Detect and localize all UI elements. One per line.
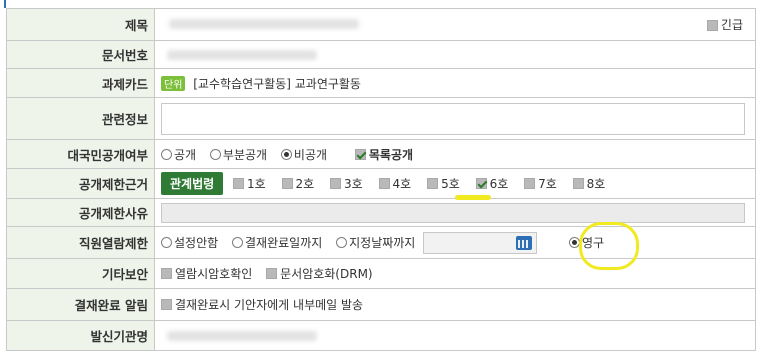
section-bar <box>4 0 6 8</box>
label-restriction-reason: 공개제한사유 <box>6 198 155 227</box>
label-restriction-basis: 공개제한근거 <box>6 168 155 199</box>
sender-text <box>167 331 317 341</box>
disclosure-option-public[interactable]: 공개 <box>161 146 196 163</box>
radio-icon <box>161 237 172 248</box>
label-related-info: 관련정보 <box>6 97 155 140</box>
restriction-reason-cell <box>154 198 756 227</box>
basis-item-1[interactable]: 1호 <box>233 175 266 192</box>
basis-item-3[interactable]: 3호 <box>330 175 363 192</box>
row-other-security: 기타보안 열람시암호확인 문서암호화(DRM) <box>6 258 756 289</box>
row-approval-notice: 결재완료 알림 결재완료시 기안자에게 내부메일 발송 <box>6 288 756 321</box>
subject-value: 긴급 <box>154 8 756 41</box>
basis-item-2[interactable]: 2호 <box>281 175 314 192</box>
checkbox-icon <box>281 178 293 189</box>
task-card-text: [교수학습연구활동] 교과연구활동 <box>193 76 361 91</box>
task-card-value[interactable]: 단위 [교수학습연구활동] 교과연구활동 <box>154 68 756 98</box>
row-subject: 제목 긴급 <box>6 8 756 41</box>
row-restriction-basis: 공개제한근거 관계법령 1호 2호 3호 4호 5호 6호 7호 8호 <box>6 168 756 199</box>
staff-view-option-permanent[interactable]: 영구 <box>569 234 604 251</box>
label-disclosure: 대국민공개여부 <box>6 139 155 169</box>
label-sender: 발신기관명 <box>6 320 155 351</box>
checkbox-icon <box>266 268 278 279</box>
doc-no-value <box>154 40 756 69</box>
other-security-cell: 열람시암호확인 문서암호화(DRM) <box>154 258 756 289</box>
task-card-badge: 단위 <box>161 75 186 91</box>
staff-view-option-until-date[interactable]: 지정날짜까지 <box>336 234 415 251</box>
section-header <box>0 0 768 8</box>
row-related-info: 관련정보 <box>6 97 756 140</box>
related-law-button[interactable]: 관계법령 <box>161 172 224 195</box>
checkbox-icon <box>524 178 536 189</box>
related-info-cell <box>154 97 756 140</box>
restriction-reason-input[interactable] <box>161 202 745 223</box>
basis-item-6[interactable]: 6호 <box>475 175 508 192</box>
radio-icon <box>161 148 172 160</box>
basis-item-4[interactable]: 4호 <box>378 175 411 192</box>
doc-no-text <box>167 50 317 60</box>
staff-view-option-none[interactable]: 설정안함 <box>161 234 218 251</box>
restriction-basis-cell: 관계법령 1호 2호 3호 4호 5호 6호 7호 8호 <box>154 168 756 199</box>
basis-item-7[interactable]: 7호 <box>524 175 557 192</box>
row-disclosure: 대국민공개여부 공개 부분공개 비공개 목록공개 <box>6 139 756 169</box>
row-sender: 발신기관명 <box>6 320 756 351</box>
checkbox-icon <box>233 178 244 189</box>
staff-view-option-until-approval[interactable]: 결재완료일까지 <box>232 234 322 251</box>
label-approval-notice: 결재완료 알림 <box>6 288 155 321</box>
disclosure-option-private[interactable]: 비공개 <box>280 146 327 163</box>
approval-notice-cell: 결재완료시 기안자에게 내부메일 발송 <box>154 288 756 321</box>
row-staff-view: 직원열람제한 설정안함 결재완료일까지 지정날짜까지 영구 <box>6 226 756 259</box>
urgent-label: 긴급 <box>720 18 743 32</box>
subject-text <box>169 18 359 29</box>
related-info-input[interactable] <box>161 102 745 135</box>
calendar-icon[interactable] <box>516 235 533 250</box>
approval-notice-checkbox[interactable]: 결재완료시 기안자에게 내부메일 발송 <box>161 296 363 313</box>
disclosure-option-partial[interactable]: 부분공개 <box>209 146 267 163</box>
radio-icon <box>209 148 221 160</box>
radio-icon <box>232 237 243 248</box>
date-input[interactable] <box>423 231 538 254</box>
radio-checked-icon <box>280 148 292 160</box>
staff-view-cell: 설정안함 결재완료일까지 지정날짜까지 영구 <box>154 226 756 259</box>
checkbox-icon <box>427 178 439 189</box>
label-staff-view: 직원열람제한 <box>6 226 155 259</box>
row-doc-no: 문서번호 <box>6 40 756 69</box>
document-info-form: 제목 긴급 문서번호 과제카드 단위 [교수학습연구활동] 교과연구활동 관련정… <box>6 8 756 351</box>
label-task-card: 과제카드 <box>6 68 155 98</box>
row-restriction-reason: 공개제한사유 <box>6 198 756 227</box>
basis-item-5[interactable]: 5호 <box>427 175 460 192</box>
label-doc-no: 문서번호 <box>6 40 155 69</box>
security-open-password-checkbox[interactable]: 열람시암호확인 <box>161 265 252 282</box>
row-task-card: 과제카드 단위 [교수학습연구활동] 교과연구활동 <box>6 68 756 98</box>
check-icon <box>475 178 487 189</box>
checkbox-icon <box>161 268 172 279</box>
radio-checked-icon <box>569 237 581 248</box>
label-other-security: 기타보안 <box>6 258 155 289</box>
disclosure-cell: 공개 부분공개 비공개 목록공개 <box>154 139 756 169</box>
urgent-checkbox[interactable]: 긴급 <box>706 16 743 33</box>
list-open-checkbox[interactable]: 목록공개 <box>354 146 413 163</box>
checkbox-icon <box>572 178 584 189</box>
radio-icon <box>336 237 348 248</box>
sender-value <box>154 320 756 351</box>
checkbox-icon <box>330 178 342 189</box>
checkbox-icon <box>378 178 390 189</box>
security-drm-checkbox[interactable]: 문서암호화(DRM) <box>266 265 373 282</box>
label-subject: 제목 <box>6 8 155 41</box>
check-icon <box>354 148 366 160</box>
urgent-check-icon <box>706 20 718 31</box>
basis-item-8[interactable]: 8호 <box>572 175 605 192</box>
checkbox-icon <box>161 299 172 310</box>
